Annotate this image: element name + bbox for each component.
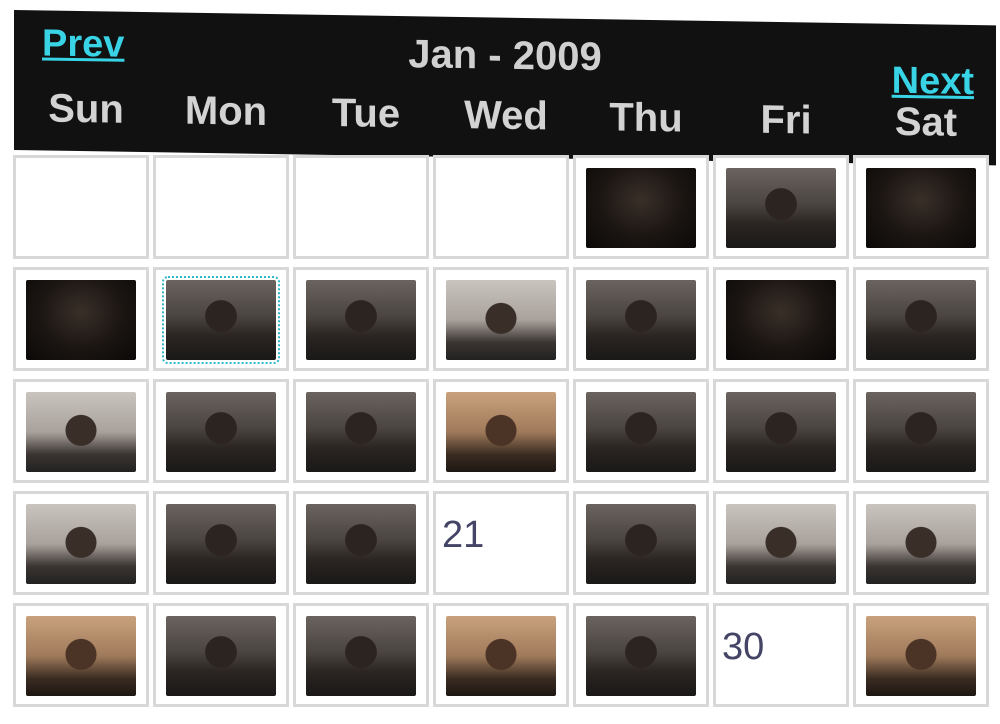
empty-day-cell (156, 158, 286, 256)
day-cell[interactable] (856, 158, 986, 256)
day-photo-thumbnail[interactable] (866, 392, 976, 472)
day-cell[interactable] (856, 494, 986, 592)
calendar: Prev Jan - 2009 Next Sun Mon Tue Wed Thu… (14, 10, 996, 718)
day-photo-thumbnail[interactable] (866, 168, 976, 248)
day-cell[interactable] (16, 606, 146, 704)
day-cell[interactable] (16, 382, 146, 480)
weekday-mon: Mon (184, 88, 268, 134)
day-cell[interactable] (576, 270, 706, 368)
day-photo-thumbnail[interactable] (166, 616, 276, 696)
day-photo-thumbnail[interactable] (446, 280, 556, 360)
weekday-wed: Wed (464, 93, 548, 139)
day-cell[interactable] (716, 158, 846, 256)
day-cell[interactable] (856, 606, 986, 704)
day-cell[interactable] (856, 270, 986, 368)
day-photo-thumbnail[interactable] (586, 616, 696, 696)
day-cell[interactable] (296, 382, 426, 480)
day-cell[interactable] (716, 382, 846, 480)
day-cell[interactable] (576, 494, 706, 592)
day-photo-thumbnail[interactable] (446, 392, 556, 472)
day-cell[interactable]: 21 (436, 494, 566, 592)
day-photo-thumbnail[interactable] (446, 616, 556, 696)
empty-day-cell (16, 158, 146, 256)
day-cell[interactable] (156, 270, 286, 368)
month-title: Jan - 2009 (408, 32, 602, 80)
day-photo-thumbnail[interactable] (866, 280, 976, 360)
day-photo-thumbnail[interactable] (726, 504, 836, 584)
day-photo-thumbnail[interactable] (306, 504, 416, 584)
day-photo-thumbnail[interactable] (306, 392, 416, 472)
day-photo-thumbnail[interactable] (726, 168, 836, 248)
day-photo-thumbnail[interactable] (26, 392, 136, 472)
day-cell[interactable] (156, 494, 286, 592)
day-cell[interactable] (16, 270, 146, 368)
day-cell[interactable] (576, 606, 706, 704)
day-cell[interactable] (436, 270, 566, 368)
empty-day-cell (296, 158, 426, 256)
day-cell[interactable] (436, 382, 566, 480)
calendar-header: Prev Jan - 2009 Next Sun Mon Tue Wed Thu… (14, 10, 996, 166)
weekday-sun: Sun (48, 86, 124, 132)
day-photo-thumbnail[interactable] (26, 504, 136, 584)
weekday-thu: Thu (609, 95, 683, 141)
day-grid: 21 30 (14, 150, 996, 718)
day-cell[interactable] (716, 270, 846, 368)
day-cell[interactable] (16, 494, 146, 592)
day-cell[interactable]: 30 (716, 606, 846, 704)
day-cell[interactable] (856, 382, 986, 480)
empty-day-cell (436, 158, 566, 256)
day-number: 21 (442, 514, 485, 556)
day-photo-thumbnail[interactable] (726, 280, 836, 360)
day-cell[interactable] (296, 606, 426, 704)
day-cell[interactable] (716, 494, 846, 592)
day-photo-thumbnail[interactable] (26, 616, 136, 696)
weekday-sat: Sat (894, 99, 958, 145)
day-photo-thumbnail[interactable] (866, 504, 976, 584)
day-photo-thumbnail[interactable] (586, 280, 696, 360)
day-photo-thumbnail[interactable] (586, 392, 696, 472)
weekday-fri: Fri (760, 97, 812, 143)
day-cell[interactable] (296, 270, 426, 368)
day-cell[interactable] (436, 606, 566, 704)
day-cell[interactable] (576, 382, 706, 480)
day-photo-thumbnail[interactable] (866, 616, 976, 696)
day-cell[interactable] (156, 382, 286, 480)
day-cell[interactable] (156, 606, 286, 704)
day-photo-thumbnail[interactable] (586, 504, 696, 584)
day-photo-thumbnail[interactable] (306, 616, 416, 696)
day-cell[interactable] (296, 494, 426, 592)
day-number: 30 (722, 626, 765, 668)
day-photo-thumbnail[interactable] (306, 280, 416, 360)
next-month-link[interactable]: Next (892, 60, 974, 104)
day-cell[interactable] (576, 158, 706, 256)
day-photo-thumbnail[interactable] (586, 168, 696, 248)
day-photo-thumbnail[interactable] (726, 392, 836, 472)
day-photo-thumbnail[interactable] (162, 276, 280, 364)
day-photo-thumbnail[interactable] (166, 504, 276, 584)
day-photo-thumbnail[interactable] (166, 392, 276, 472)
weekday-tue: Tue (331, 90, 401, 137)
day-photo-thumbnail[interactable] (26, 280, 136, 360)
